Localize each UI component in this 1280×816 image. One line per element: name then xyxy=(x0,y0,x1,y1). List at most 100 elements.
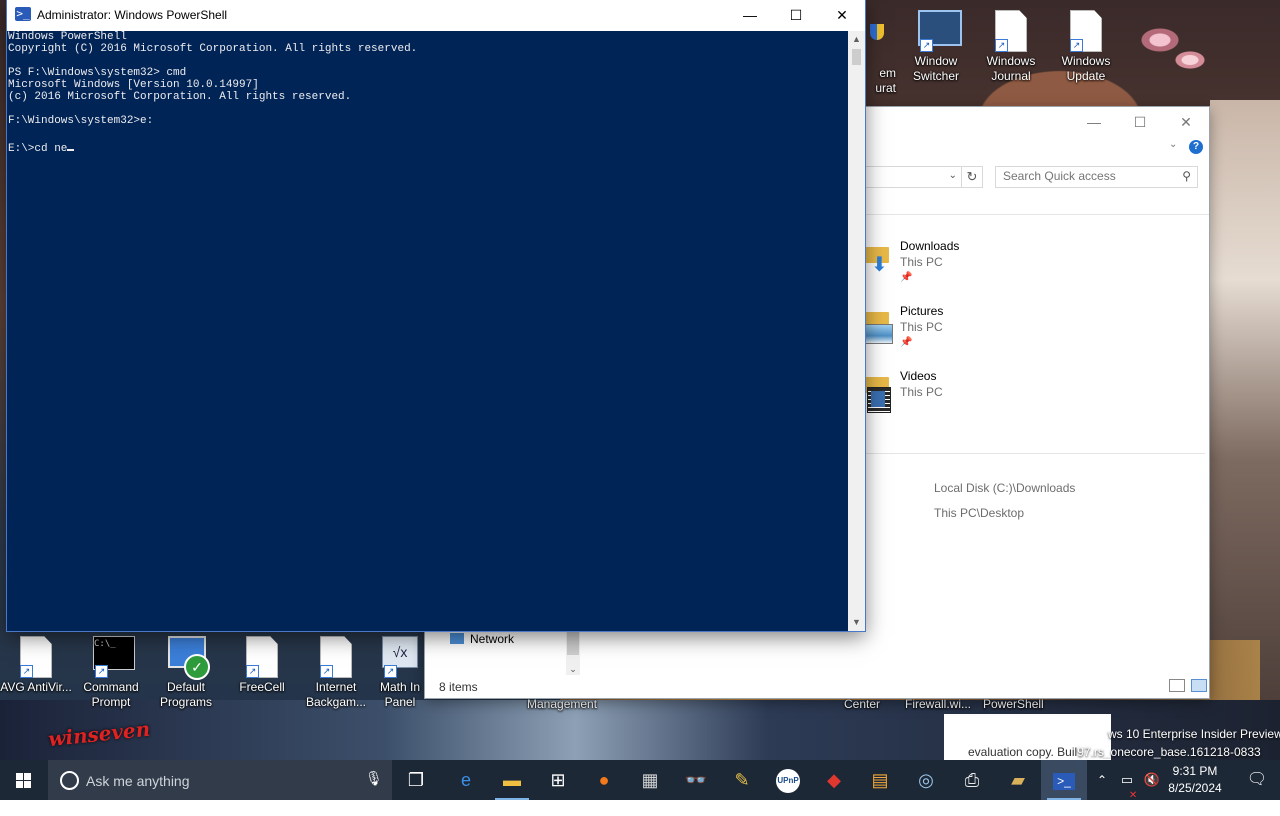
explorer-minimize-button[interactable]: — xyxy=(1071,107,1117,137)
action-center-button[interactable]: 🗨 xyxy=(1234,760,1280,800)
toolbar-divider xyxy=(865,214,1209,215)
refresh-button[interactable]: ↻ xyxy=(961,166,983,188)
nav-pane-scrollbar[interactable]: ⌄ xyxy=(566,627,580,675)
powershell-icon: >_ xyxy=(15,7,31,21)
edge-icon: e xyxy=(460,770,471,790)
search-icon[interactable]: ⚲ xyxy=(1182,169,1191,183)
shortcut-arrow-icon: ↗ xyxy=(320,665,333,678)
clock[interactable]: 9:31 PM 8/25/2024 xyxy=(1160,763,1230,797)
taskbar-app-calculator[interactable]: ▦ xyxy=(627,760,673,800)
desktop-icon-label: Math In Panel xyxy=(379,680,421,709)
quick-access-item-videos[interactable]: Videos This PC xyxy=(865,369,1165,425)
help-icon[interactable]: ? xyxy=(1189,140,1203,154)
item-name: Downloads xyxy=(900,239,960,253)
cortana-search-box[interactable]: 🎙 xyxy=(48,760,392,800)
taskbar-app-network[interactable]: ◎ xyxy=(903,760,949,800)
taskbar-app-briefcase[interactable]: ▰ xyxy=(995,760,1041,800)
scroll-down-arrow-icon[interactable]: ▼ xyxy=(848,614,865,631)
taskbar-app-firefox[interactable]: ● xyxy=(581,760,627,800)
taskbar-app-notes[interactable]: ▤ xyxy=(857,760,903,800)
downloads-folder-icon: ⬇ xyxy=(865,245,893,279)
desktop-icon-internet-backgammon[interactable]: ↗ Internet Backgam... xyxy=(300,636,372,710)
taskbar-app-upnp[interactable]: UPnP xyxy=(765,760,811,800)
document-icon: ↗ xyxy=(318,636,354,678)
desktop-icon-freecell[interactable]: ↗ FreeCell xyxy=(226,636,298,695)
command-prompt-icon: C:\_ ↗ xyxy=(93,636,135,678)
window-switcher-icon: ↗ xyxy=(918,10,962,52)
taskbar-app-tool[interactable]: ✎ xyxy=(719,760,765,800)
maximize-button[interactable]: ☐ xyxy=(773,0,819,31)
start-button[interactable] xyxy=(0,760,48,800)
desktop-label-firewall: Firewall.wi... xyxy=(905,697,972,711)
network-disconnected-icon: ▭ ✕ xyxy=(1120,772,1138,801)
taskbar-app-edge[interactable]: e xyxy=(443,760,489,800)
item-name: Videos xyxy=(900,369,937,383)
taskbar: 🎙 ❐ e ▬ ⊞ ● ▦ 👓 ✎ UPnP ◆ ▤ ◎ ⎙ ▰ >_ ⌃ ▭✕… xyxy=(0,760,1280,801)
console-output[interactable]: Windows PowerShell Copyright (C) 2016 Mi… xyxy=(7,31,848,631)
desktop-icon-windows-journal[interactable]: ↗ Windows Journal xyxy=(975,10,1047,84)
recent-file-path[interactable]: This PC\Desktop xyxy=(934,506,1024,520)
desktop-icon-avg[interactable]: ↗ AVG AntiVir... xyxy=(0,636,72,695)
desktop-label-center: Center xyxy=(844,697,881,711)
watermark-build-text: 97.rs_onecore_base.161218-0833 xyxy=(1077,745,1261,759)
briefcase-icon: ▰ xyxy=(1011,770,1025,790)
cortana-search-input[interactable] xyxy=(84,770,348,792)
math-input-icon: √x ↗ xyxy=(382,636,418,678)
address-dropdown-icon[interactable]: ⌄ xyxy=(949,170,957,181)
search-input[interactable] xyxy=(996,167,1173,185)
item-location: This PC xyxy=(900,385,943,399)
show-hidden-icons-button[interactable]: ⌃ xyxy=(1090,760,1114,800)
shortcut-arrow-icon: ↗ xyxy=(95,665,108,678)
pin-icon: 📌 xyxy=(900,272,913,283)
network-app-icon: ◎ xyxy=(918,770,934,790)
taskbar-app-printer[interactable]: ⎙ xyxy=(949,760,995,800)
recent-file-path[interactable]: Local Disk (C:)\Downloads xyxy=(934,481,1075,495)
notes-icon: ▤ xyxy=(871,770,889,790)
console-scrollbar[interactable]: ▲ ▼ xyxy=(848,31,865,631)
red-app-icon: ◆ xyxy=(827,770,841,790)
task-view-button[interactable]: ❐ xyxy=(393,760,439,800)
title-bar[interactable]: >_ Administrator: Windows PowerShell — ☐… xyxy=(7,0,865,31)
minimize-button[interactable]: — xyxy=(727,0,773,31)
view-toggle[interactable] xyxy=(1163,679,1207,695)
address-bar[interactable]: ⌄ xyxy=(865,166,962,188)
ribbon-expand-chevron-icon[interactable]: ⌄ xyxy=(1169,139,1183,153)
taskbar-app-red[interactable]: ◆ xyxy=(811,760,857,800)
desktop-icon-command-prompt[interactable]: C:\_ ↗ Command Prompt xyxy=(75,636,147,710)
taskbar-app-powershell[interactable]: >_ xyxy=(1041,760,1087,800)
microphone-icon[interactable]: 🎙 xyxy=(365,771,383,786)
desktop-icon-windows-update[interactable]: ↗ Windows Update xyxy=(1050,10,1122,84)
explorer-maximize-button[interactable]: ☐ xyxy=(1117,107,1163,137)
shortcut-arrow-icon: ↗ xyxy=(384,665,397,678)
nav-item-network[interactable]: Network xyxy=(450,632,514,646)
quick-access-item-pictures[interactable]: Pictures This PC 📌 xyxy=(865,304,1165,360)
taskbar-app-file-explorer[interactable]: ▬ xyxy=(489,760,535,800)
scroll-down-arrow-icon[interactable]: ⌄ xyxy=(566,664,580,675)
close-button[interactable]: ✕ xyxy=(819,0,865,31)
videos-folder-icon xyxy=(865,375,893,413)
desktop-icon-default-programs[interactable]: ✓ Default Programs xyxy=(150,636,222,710)
large-icons-view-icon[interactable] xyxy=(1191,679,1207,692)
item-location: This PC xyxy=(900,320,943,334)
document-icon: ↗ xyxy=(1068,10,1104,52)
scrollbar-thumb[interactable] xyxy=(567,627,579,655)
scroll-up-arrow-icon[interactable]: ▲ xyxy=(848,31,865,48)
store-icon: ⊞ xyxy=(550,770,566,790)
desktop-icon-label: FreeCell xyxy=(239,680,285,694)
console-input-line[interactable]: E:\>cd ne xyxy=(7,139,848,155)
cortana-icon xyxy=(60,771,79,790)
quick-access-item-downloads[interactable]: ⬇ Downloads This PC 📌 xyxy=(865,239,1165,295)
scrollbar-thumb[interactable] xyxy=(852,49,861,65)
powershell-window[interactable]: >_ Administrator: Windows PowerShell — ☐… xyxy=(7,0,865,631)
search-box[interactable]: ⚲ xyxy=(995,166,1198,188)
explorer-close-button[interactable]: ✕ xyxy=(1163,107,1209,137)
printer-icon: ⎙ xyxy=(964,770,980,790)
document-icon: ↗ xyxy=(18,636,54,678)
desktop-icon-label: Window Switcher xyxy=(912,54,959,83)
network-status-button[interactable]: ▭ ✕ xyxy=(1115,760,1139,801)
desktop-icon-math-input-panel[interactable]: √x ↗ Math In Panel xyxy=(370,636,430,710)
desktop-icon-window-switcher[interactable]: ↗ Window Switcher xyxy=(900,10,972,84)
taskbar-app-store[interactable]: ⊞ xyxy=(535,760,581,800)
details-view-icon[interactable] xyxy=(1169,679,1185,692)
taskbar-app-binoculars[interactable]: 👓 xyxy=(673,760,719,800)
